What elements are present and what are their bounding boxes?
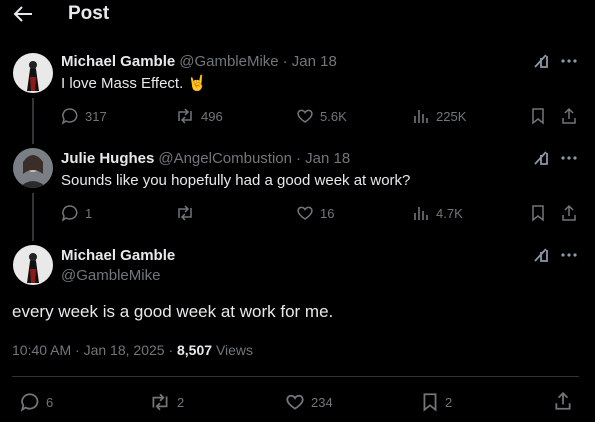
views-button[interactable]: 4.7K [412, 204, 463, 222]
reply-icon [61, 205, 78, 222]
heart-icon [297, 109, 313, 123]
more-icon[interactable] [560, 52, 580, 72]
views-count: 8,507 [177, 342, 213, 358]
views-count: 225K [436, 108, 467, 124]
tweet-date[interactable]: · Jan 18 [296, 150, 350, 167]
bookmark-count: 2 [445, 394, 453, 410]
reply-count: 6 [46, 394, 54, 410]
heart-icon [297, 206, 313, 220]
author-handle[interactable]: @GambleMike [179, 53, 278, 70]
author-name[interactable]: Michael Gamble [61, 247, 175, 264]
views-icon [414, 110, 428, 123]
like-button[interactable]: 234 [285, 392, 333, 412]
repost-icon [152, 393, 168, 411]
avatar[interactable] [13, 148, 53, 188]
reply-button[interactable]: 1 [61, 204, 92, 222]
like-count: 5.6K [320, 108, 347, 124]
author-name[interactable]: Julie Hughes [61, 150, 154, 167]
avatar[interactable] [13, 245, 53, 285]
tweet-text-body: I love Mass Effect. [61, 75, 184, 92]
reply-icon [20, 393, 39, 412]
reply-icon [61, 108, 78, 125]
more-icon[interactable] [560, 246, 580, 266]
reply-button[interactable]: 6 [20, 392, 53, 412]
tweet-text: I love Mass Effect. 🤘 [61, 74, 206, 92]
tweet-meta: 10:40 AM · Jan 18, 2025 · 8,507 Views [12, 342, 253, 358]
views-label: Views [215, 342, 254, 358]
main-tweet-text: every week is a good week at work for me… [12, 302, 334, 321]
views-button[interactable]: 225K [412, 107, 466, 125]
repost-icon [178, 205, 192, 221]
heart-icon [286, 394, 304, 410]
author-handle[interactable]: @AngelCombustion [158, 150, 292, 167]
bookmark-button[interactable]: 2 [421, 392, 452, 412]
grok-icon[interactable] [532, 149, 552, 169]
views-icon [414, 207, 428, 220]
page-title: Post [68, 3, 110, 24]
tweet-date[interactable]: · Jan 18 [283, 53, 337, 70]
like-button[interactable]: 16 [296, 204, 334, 222]
thread-line [32, 98, 34, 144]
repost-count: 2 [177, 394, 185, 410]
reply-count: 1 [85, 205, 93, 221]
views-count: 4.7K [436, 205, 463, 221]
repost-count: 496 [201, 108, 223, 124]
author-handle[interactable]: @GambleMike [61, 267, 160, 284]
tweet-text: Sounds like you hopefully had a good wee… [61, 172, 411, 189]
avatar[interactable] [13, 53, 53, 93]
repost-button[interactable]: 2 [149, 392, 184, 412]
like-count: 234 [311, 394, 333, 410]
back-arrow-icon[interactable] [12, 4, 34, 24]
grok-icon[interactable] [532, 52, 552, 72]
share-icon[interactable] [553, 391, 573, 411]
divider [12, 376, 579, 377]
repost-button[interactable] [175, 204, 201, 222]
more-icon[interactable] [560, 149, 580, 169]
repost-button[interactable]: 496 [175, 107, 223, 125]
thread-line [32, 193, 34, 241]
grok-icon[interactable] [532, 246, 552, 266]
bookmark-icon [423, 393, 437, 412]
tweet-header: Michael Gamble @GambleMike · Jan 18 [61, 53, 337, 70]
rock-hand-emoji: 🤘 [187, 75, 207, 92]
like-button[interactable]: 5.6K [296, 107, 347, 125]
repost-icon [178, 108, 192, 124]
bookmark-icon[interactable] [530, 204, 550, 224]
share-icon[interactable] [560, 107, 580, 127]
tweet-header: Julie Hughes @AngelCombustion · Jan 18 [61, 150, 350, 167]
share-icon[interactable] [560, 204, 580, 224]
reply-count: 317 [85, 108, 107, 124]
tweet-timestamp[interactable]: 10:40 AM · Jan 18, 2025 · [12, 342, 173, 358]
bookmark-icon[interactable] [530, 107, 550, 127]
like-count: 16 [320, 205, 335, 221]
author-name[interactable]: Michael Gamble [61, 53, 175, 70]
reply-button[interactable]: 317 [61, 107, 107, 125]
